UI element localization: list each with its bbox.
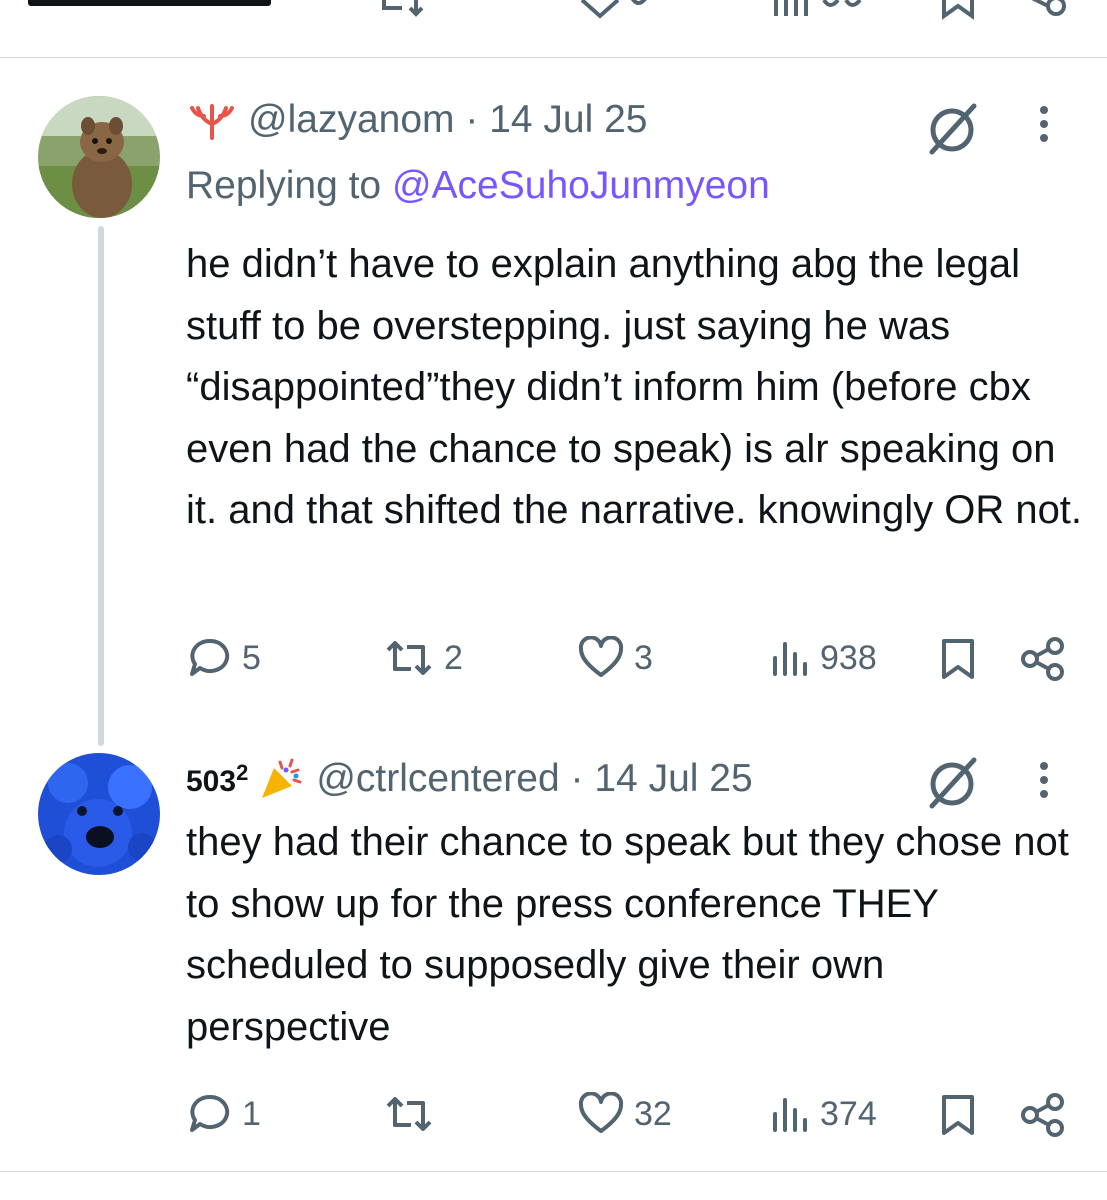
tweet-date[interactable]: 14 Jul 25 bbox=[489, 98, 647, 141]
reply-button[interactable]: 5 bbox=[188, 636, 261, 680]
like-count: 32 bbox=[634, 1094, 672, 1133]
divider bbox=[0, 1171, 1107, 1172]
grok-icon[interactable] bbox=[924, 754, 982, 817]
view-count: 374 bbox=[820, 1094, 877, 1133]
like-count: 3 bbox=[634, 638, 653, 677]
display-name-sup: 2 bbox=[236, 759, 249, 785]
replying-to-label: Replying to bbox=[186, 164, 392, 207]
retweet-button[interactable] bbox=[384, 1092, 444, 1136]
heart-icon[interactable] bbox=[576, 0, 656, 22]
coral-icon bbox=[186, 100, 238, 140]
tweet-date[interactable]: 14 Jul 25 bbox=[594, 757, 752, 800]
reply-count: 1 bbox=[242, 1094, 261, 1133]
tweet-text: he didn’t have to explain anything abg t… bbox=[186, 242, 1083, 532]
bookmark-button[interactable] bbox=[940, 638, 976, 680]
display-name-text: 503 bbox=[186, 764, 237, 798]
views-button[interactable]: 374 bbox=[770, 1092, 877, 1136]
share-icon[interactable] bbox=[1022, 0, 1072, 22]
more-options-icon[interactable] bbox=[1036, 104, 1052, 149]
previous-tweet-action-bar bbox=[0, 0, 1107, 22]
reply-button[interactable]: 1 bbox=[188, 1092, 261, 1136]
separator-dot: · bbox=[570, 757, 584, 800]
heart-icon bbox=[578, 636, 624, 680]
share-icon bbox=[1020, 636, 1066, 682]
retweet-icon bbox=[384, 1092, 434, 1136]
replying-to: Replying to @AceSuhoJunmyeon bbox=[186, 164, 770, 208]
replying-to-mention[interactable]: @AceSuhoJunmyeon bbox=[392, 164, 770, 207]
more-options-icon[interactable] bbox=[1036, 760, 1052, 805]
thread-line bbox=[98, 226, 104, 746]
bookmark-icon[interactable] bbox=[938, 0, 978, 22]
bookmark-button[interactable] bbox=[940, 1094, 976, 1136]
like-button[interactable]: 3 bbox=[578, 636, 653, 680]
reply-icon bbox=[188, 636, 232, 680]
like-button[interactable]: 32 bbox=[578, 1092, 672, 1136]
display-name[interactable]: 5032 bbox=[186, 760, 248, 799]
avatar[interactable] bbox=[38, 96, 160, 218]
bookmark-icon bbox=[940, 638, 976, 680]
share-icon bbox=[1020, 1092, 1066, 1138]
share-button[interactable] bbox=[1020, 1092, 1066, 1138]
views-icon bbox=[770, 636, 810, 680]
party-popper-icon bbox=[258, 756, 306, 802]
grok-icon[interactable] bbox=[924, 100, 982, 163]
tweet-handle[interactable]: @lazyanom bbox=[248, 98, 455, 141]
views-icon bbox=[770, 1092, 810, 1136]
views-button[interactable]: 938 bbox=[770, 636, 877, 680]
tweet-handle[interactable]: @ctrlcentered bbox=[316, 757, 559, 800]
views-icon[interactable] bbox=[770, 0, 880, 22]
separator-dot: · bbox=[465, 98, 479, 141]
heart-icon bbox=[578, 1092, 624, 1136]
view-count: 938 bbox=[820, 638, 877, 677]
retweet-icon[interactable] bbox=[380, 0, 430, 22]
reply-icon bbox=[188, 1092, 232, 1136]
tweet-header: @lazyanom · 14 Jul 25 bbox=[186, 98, 648, 142]
reply-count: 5 bbox=[242, 638, 261, 677]
bookmark-icon bbox=[940, 1094, 976, 1136]
tweet-text: they had their chance to speak but they … bbox=[186, 820, 1069, 1049]
divider bbox=[0, 57, 1107, 58]
share-button[interactable] bbox=[1020, 636, 1066, 682]
avatar[interactable] bbox=[38, 753, 160, 875]
retweet-icon bbox=[384, 636, 434, 680]
tweet-header: 5032 @ctrlcentered · 14 Jul 25 bbox=[186, 756, 753, 802]
retweet-count: 2 bbox=[444, 638, 463, 677]
retweet-button[interactable]: 2 bbox=[384, 636, 463, 680]
